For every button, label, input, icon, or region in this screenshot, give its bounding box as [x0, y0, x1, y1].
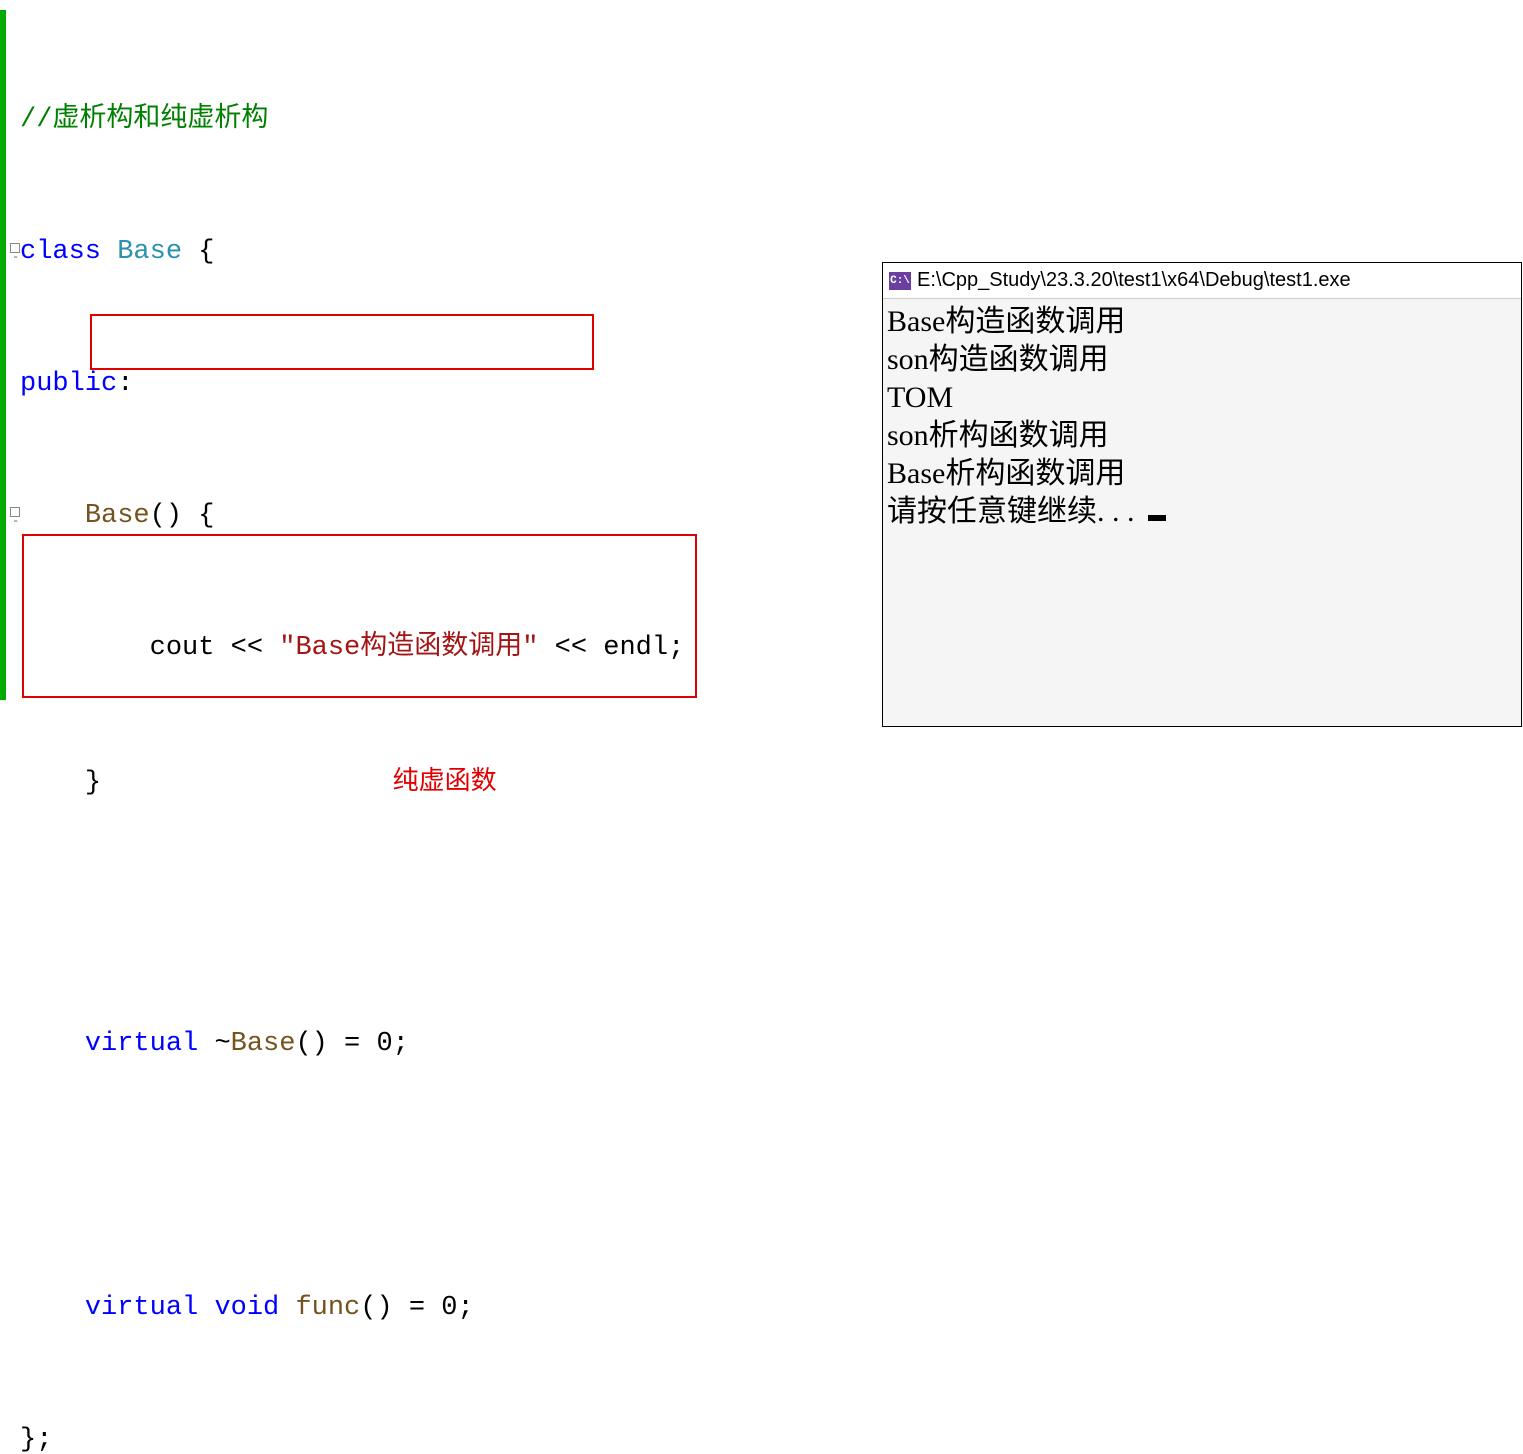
- console-line: son构造函数调用: [887, 343, 1109, 376]
- highlight-box: [90, 314, 594, 370]
- func-name: func: [295, 1293, 360, 1323]
- punct: {: [182, 237, 214, 267]
- keyword: public: [20, 369, 117, 399]
- fold-toggle[interactable]: [10, 230, 20, 274]
- punct: ;: [393, 1029, 409, 1059]
- punct: :: [117, 369, 133, 399]
- console-line: 请按任意键继续. . .: [887, 495, 1142, 528]
- comment: //虚析构和纯虚析构: [20, 105, 268, 135]
- punct: ~: [214, 1029, 230, 1059]
- console-title: E:\Cpp_Study\23.3.20\test1\x64\Debug\tes…: [917, 269, 1351, 292]
- cursor-icon: [1148, 515, 1166, 521]
- punct: }: [85, 768, 101, 798]
- code-line: class Base {: [6, 230, 684, 274]
- keyword: virtual: [85, 1029, 198, 1059]
- code-line: [6, 1154, 684, 1198]
- code-line: virtual ~Base() = 0;: [6, 1022, 684, 1066]
- console-line: son析构函数调用: [887, 419, 1109, 452]
- code-line: Base() {: [6, 494, 684, 538]
- code-line: } 纯虚函数: [6, 758, 684, 802]
- punct: () =: [360, 1293, 441, 1323]
- console-window: C:\ E:\Cpp_Study\23.3.20\test1\x64\Debug…: [882, 262, 1522, 727]
- punct: () =: [295, 1029, 376, 1059]
- code-line: };: [6, 1418, 684, 1454]
- keyword: class: [20, 237, 101, 267]
- func-name: Base: [231, 1029, 296, 1059]
- code-line: [6, 890, 684, 934]
- console-line: TOM: [887, 381, 953, 414]
- punct: ;: [457, 1293, 473, 1323]
- keyword: virtual: [85, 1293, 198, 1323]
- console-line: Base构造函数调用: [887, 305, 1125, 338]
- console-titlebar[interactable]: C:\ E:\Cpp_Study\23.3.20\test1\x64\Debug…: [883, 263, 1521, 299]
- cmd-icon: C:\: [889, 272, 911, 290]
- console-output[interactable]: Base构造函数调用 son构造函数调用 TOM son析构函数调用 Base析…: [883, 299, 1521, 535]
- number: 0: [441, 1293, 457, 1323]
- number: 0: [376, 1029, 392, 1059]
- punct: };: [20, 1425, 52, 1454]
- highlight-box: [22, 534, 697, 698]
- punct: () {: [150, 501, 215, 531]
- code-editor: //虚析构和纯虚析构 class Base { public: Base() {…: [0, 0, 870, 727]
- type-name: Base: [117, 237, 182, 267]
- func-name: Base: [85, 501, 150, 531]
- keyword: void: [214, 1293, 279, 1323]
- code-line: //虚析构和纯虚析构: [6, 98, 684, 142]
- code-area[interactable]: //虚析构和纯虚析构 class Base { public: Base() {…: [6, 10, 684, 1454]
- code-line: virtual void func() = 0;: [6, 1286, 684, 1330]
- annotation-label: 纯虚函数: [393, 765, 497, 795]
- console-line: Base析构函数调用: [887, 457, 1125, 490]
- fold-toggle[interactable]: [10, 494, 20, 538]
